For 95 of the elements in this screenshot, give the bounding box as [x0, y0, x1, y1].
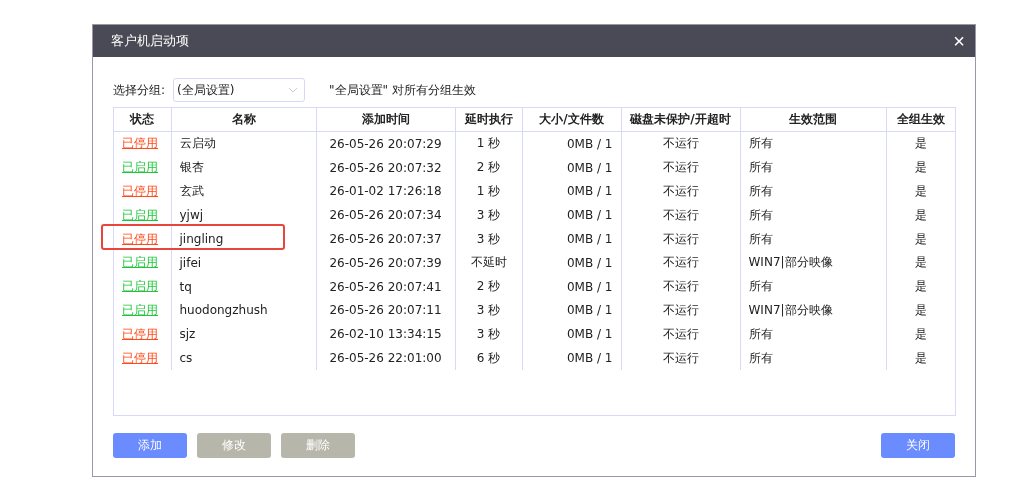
- scope-cell: 所有: [748, 207, 773, 222]
- column-header: 生效范围: [740, 108, 886, 132]
- disk-cell: 不运行: [662, 231, 699, 246]
- scope-cell: WIN7|部分映像: [748, 255, 833, 270]
- size-cell: 0MB / 1: [566, 184, 613, 199]
- time-cell: 26-01-02 17:26:18: [329, 184, 442, 199]
- disk-cell: 不运行: [662, 326, 699, 341]
- time-cell: 26-05-26 20:07:41: [329, 279, 442, 294]
- name-cell: huodongzhush: [179, 303, 268, 318]
- time-cell: 26-05-26 20:07:11: [329, 303, 442, 318]
- status-link[interactable]: 已停用: [122, 136, 158, 151]
- size-cell: 0MB / 1: [566, 351, 613, 366]
- time-cell: 26-05-26 20:07:32: [329, 160, 442, 175]
- delay-cell: 2 秒: [476, 279, 501, 294]
- column-header: 延时执行: [455, 108, 522, 132]
- time-cell: 26-05-26 20:07:37: [329, 232, 442, 247]
- delay-cell: 3 秒: [476, 207, 501, 222]
- chevron-icon: [288, 87, 299, 93]
- time-cell: 26-05-26 20:07:29: [329, 136, 442, 151]
- column-header: 状态: [114, 108, 171, 132]
- group-note: "全局设置" 对所有分组生效: [329, 81, 476, 99]
- group-dropdown[interactable]: (全局设置): [173, 78, 306, 102]
- column-header: 大小/文件数: [522, 108, 621, 132]
- scope-cell: 所有: [748, 160, 773, 175]
- scope-cell: 所有: [748, 136, 773, 151]
- time-cell: 26-05-26 20:07:39: [329, 255, 442, 270]
- size-cell: 0MB / 1: [566, 327, 613, 342]
- time-cell: 26-05-26 20:07:34: [329, 208, 442, 223]
- name-cell: 玄武: [179, 184, 204, 198]
- scope-cell: WIN7|部分映像: [748, 302, 833, 317]
- name-cell: cs: [179, 351, 193, 366]
- size-cell: 0MB / 1: [566, 136, 613, 151]
- all-group-cell: 是: [915, 255, 928, 270]
- status-link[interactable]: 已启用: [122, 160, 158, 175]
- status-link[interactable]: 已停用: [122, 184, 158, 198]
- all-group-cell: 是: [915, 207, 928, 222]
- close-button[interactable]: 关闭: [881, 433, 955, 458]
- scope-cell: 所有: [748, 279, 773, 294]
- size-cell: 0MB / 1: [566, 232, 613, 247]
- status-link[interactable]: 已启用: [122, 255, 158, 270]
- delay-cell: 3 秒: [476, 231, 501, 246]
- size-cell: 0MB / 1: [566, 255, 613, 270]
- all-group-cell: 是: [915, 279, 928, 294]
- name-cell: yjwj: [179, 208, 204, 223]
- name-cell: 云启动: [179, 136, 216, 151]
- disk-cell: 不运行: [662, 279, 699, 294]
- all-group-cell: 是: [915, 231, 928, 246]
- delay-cell: 1 秒: [476, 184, 501, 198]
- delay-cell: 3 秒: [476, 302, 501, 317]
- name-cell: jingling: [179, 232, 224, 247]
- all-group-cell: 是: [915, 326, 928, 341]
- all-group-cell: 是: [915, 302, 928, 317]
- column-header: 名称: [171, 108, 316, 132]
- status-link[interactable]: 已启用: [122, 207, 158, 222]
- disk-cell: 不运行: [662, 255, 699, 270]
- disk-cell: 不运行: [662, 184, 699, 198]
- disk-cell: 不运行: [662, 302, 699, 317]
- size-cell: 0MB / 1: [566, 208, 613, 223]
- size-cell: 0MB / 1: [566, 279, 613, 294]
- column-header: 全组生效: [886, 108, 956, 132]
- delay-cell: 不延时: [470, 255, 507, 270]
- name-cell: 银杏: [179, 160, 204, 175]
- all-group-cell: 是: [915, 160, 928, 175]
- disk-cell: 不运行: [662, 207, 699, 222]
- status-link[interactable]: 已启用: [122, 302, 158, 317]
- status-link[interactable]: 已启用: [122, 279, 158, 294]
- group-label: 选择分组:: [113, 81, 166, 99]
- all-group-cell: 是: [915, 184, 928, 198]
- all-group-cell: 是: [915, 136, 928, 151]
- column-header: 添加时间: [316, 108, 455, 132]
- name-cell: sjz: [179, 327, 196, 342]
- disk-cell: 不运行: [662, 136, 699, 151]
- scope-cell: 所有: [748, 350, 773, 365]
- status-link[interactable]: 已停用: [122, 326, 158, 341]
- window-title: 客户机启动项: [111, 32, 189, 50]
- name-cell: tq: [179, 279, 192, 294]
- size-cell: 0MB / 1: [566, 303, 613, 318]
- size-cell: 0MB / 1: [566, 160, 613, 175]
- scope-cell: 所有: [748, 326, 773, 341]
- status-link[interactable]: 已停用: [122, 350, 158, 365]
- name-cell: jifei: [179, 255, 202, 270]
- scope-cell: 所有: [748, 231, 773, 246]
- scope-cell: 所有: [748, 184, 773, 198]
- disk-cell: 不运行: [662, 160, 699, 175]
- column-header: 磁盘未保护/开超时: [621, 108, 740, 132]
- status-link[interactable]: 已停用: [122, 231, 158, 246]
- delay-cell: 6 秒: [476, 350, 501, 365]
- disk-cell: 不运行: [662, 350, 699, 365]
- delay-cell: 1 秒: [476, 136, 501, 151]
- action-button[interactable]: 添加: [113, 433, 187, 458]
- time-cell: 26-05-26 22:01:00: [329, 351, 442, 366]
- delay-cell: 2 秒: [476, 160, 501, 175]
- all-group-cell: 是: [915, 350, 928, 365]
- time-cell: 26-02-10 13:34:15: [329, 327, 442, 342]
- delay-cell: 3 秒: [476, 326, 501, 341]
